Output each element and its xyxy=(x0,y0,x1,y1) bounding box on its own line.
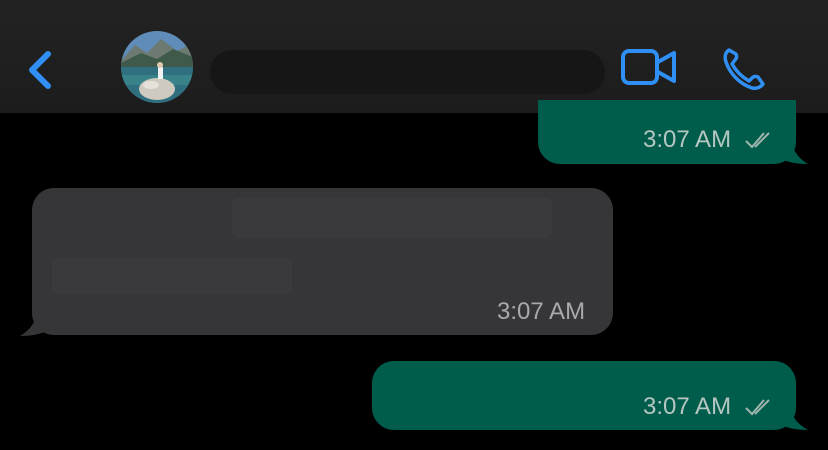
message-bubble-outgoing[interactable]: 3:07 AM xyxy=(372,361,796,430)
message-bubble-outgoing[interactable]: 3:07 AM xyxy=(538,100,796,164)
phone-icon[interactable] xyxy=(720,44,768,92)
message-timestamp: 3:07 AM xyxy=(497,298,586,325)
message-timestamp: 3:07 AM xyxy=(643,126,732,153)
message-text-obscured xyxy=(52,258,292,294)
video-camera-icon[interactable] xyxy=(620,46,678,88)
message-text-obscured xyxy=(232,198,552,238)
bubble-tail xyxy=(780,406,808,430)
chat-header xyxy=(0,0,828,113)
bubble-tail xyxy=(20,310,48,336)
read-receipt-icon xyxy=(745,399,770,416)
contact-avatar[interactable] xyxy=(121,31,193,103)
contact-name[interactable] xyxy=(210,50,605,94)
message-bubble-incoming[interactable]: 3:07 AM xyxy=(32,188,613,335)
bubble-tail xyxy=(780,136,808,164)
message-timestamp: 3:07 AM xyxy=(643,393,732,420)
read-receipt-icon xyxy=(745,132,770,149)
chevron-left-icon[interactable] xyxy=(22,48,58,92)
